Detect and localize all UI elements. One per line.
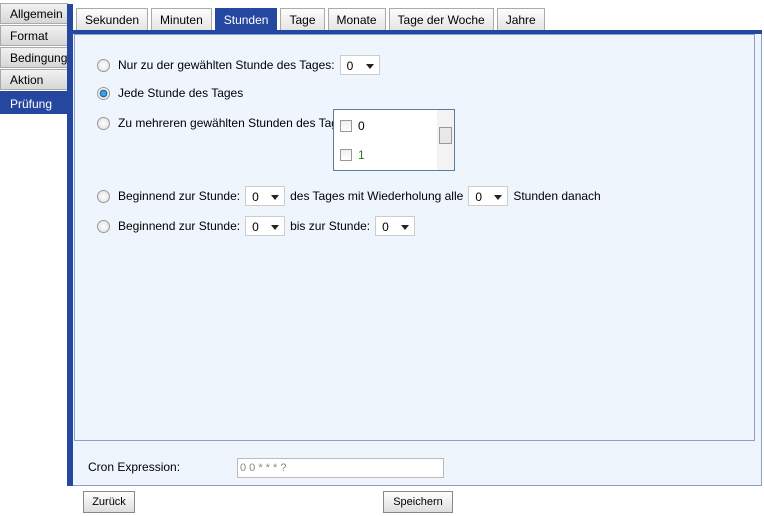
every-hour-label: Jede Stunde des Tages xyxy=(118,86,244,100)
tab-stunden[interactable]: Stunden xyxy=(214,8,278,30)
hour-label: 0 xyxy=(358,119,365,133)
scrollbar[interactable] xyxy=(437,110,454,170)
range-label-end: bis zur Stunde: xyxy=(290,219,371,233)
select-value: 0 xyxy=(252,190,259,204)
repeat-interval-select[interactable]: 0 xyxy=(468,186,509,206)
tab-tage-der-woche[interactable]: Tage der Woche xyxy=(388,8,494,30)
select-value: 0 xyxy=(252,220,259,234)
chevron-down-icon xyxy=(271,225,280,230)
tab-jahre[interactable]: Jahre xyxy=(496,8,545,30)
sidebar: Allgemein Format Bedingung Aktion Prüfun… xyxy=(0,3,68,115)
repeat-radio[interactable] xyxy=(97,189,110,203)
sidebar-item-aktion[interactable]: Aktion xyxy=(0,69,68,90)
repeat-start-select[interactable]: 0 xyxy=(245,186,286,206)
hours-checkbox-list: 0 1 xyxy=(333,109,455,171)
specific-hour-radio[interactable] xyxy=(97,58,110,72)
range-start-select[interactable]: 0 xyxy=(245,216,286,236)
option-every-hour: Jede Stunde des Tages xyxy=(97,86,243,100)
multiple-hours-radio[interactable] xyxy=(97,116,110,130)
list-item[interactable]: 1 xyxy=(340,148,365,162)
sidebar-item-pruefung[interactable]: Prüfung xyxy=(0,91,68,114)
range-label-start: Beginnend zur Stunde: xyxy=(118,219,241,233)
hour-checkbox[interactable] xyxy=(340,120,352,132)
cron-expression-label: Cron Expression: xyxy=(88,460,181,474)
option-multiple-hours: Zu mehreren gewählten Stunden des Tages xyxy=(97,116,351,130)
option-range: Beginnend zur Stunde: 0 bis zur Stunde: … xyxy=(97,216,416,236)
repeat-label-interval: des Tages mit Wiederholung alle xyxy=(290,189,464,203)
scrollbar-thumb[interactable] xyxy=(439,127,452,144)
tab-sekunden[interactable]: Sekunden xyxy=(76,8,149,30)
chevron-down-icon xyxy=(494,195,503,200)
specific-hour-label: Nur zu der gewählten Stunde des Tages: xyxy=(118,58,335,72)
chevron-down-icon xyxy=(271,195,280,200)
select-value: 0 xyxy=(475,190,482,204)
cron-expression-input[interactable]: 0 0 * * * ? xyxy=(237,458,444,478)
tab-minuten[interactable]: Minuten xyxy=(151,8,212,30)
list-item[interactable]: 0 xyxy=(340,119,365,133)
tab-monate[interactable]: Monate xyxy=(327,8,386,30)
option-repeat: Beginnend zur Stunde: 0 des Tages mit Wi… xyxy=(97,186,601,206)
range-radio[interactable] xyxy=(97,219,110,233)
select-value: 0 xyxy=(382,220,389,234)
hour-checkbox[interactable] xyxy=(340,149,352,161)
chevron-down-icon xyxy=(365,64,374,69)
tab-bar: Sekunden Minuten Stunden Tage Monate Tag… xyxy=(73,4,762,34)
every-hour-radio[interactable] xyxy=(97,86,110,100)
hour-label: 1 xyxy=(358,148,365,162)
select-value: 0 xyxy=(346,59,354,73)
repeat-label-start: Beginnend zur Stunde: xyxy=(118,189,241,203)
tab-tage[interactable]: Tage xyxy=(280,8,325,30)
save-button[interactable]: Speichern xyxy=(383,491,453,513)
sidebar-item-bedingung[interactable]: Bedingung xyxy=(0,47,68,68)
option-specific-hour: Nur zu der gewählten Stunde des Tages: 0 xyxy=(97,55,380,75)
range-end-select[interactable]: 0 xyxy=(375,216,416,236)
specific-hour-select[interactable]: 0 xyxy=(339,55,380,75)
repeat-label-end: Stunden danach xyxy=(513,189,601,203)
hours-panel: Nur zu der gewählten Stunde des Tages: 0… xyxy=(74,34,755,441)
back-button[interactable]: Zurück xyxy=(83,491,135,513)
multiple-hours-label: Zu mehreren gewählten Stunden des Tages xyxy=(118,116,351,130)
sidebar-item-allgemein[interactable]: Allgemein xyxy=(0,3,68,24)
sidebar-item-format[interactable]: Format xyxy=(0,25,68,46)
chevron-down-icon xyxy=(401,225,410,230)
